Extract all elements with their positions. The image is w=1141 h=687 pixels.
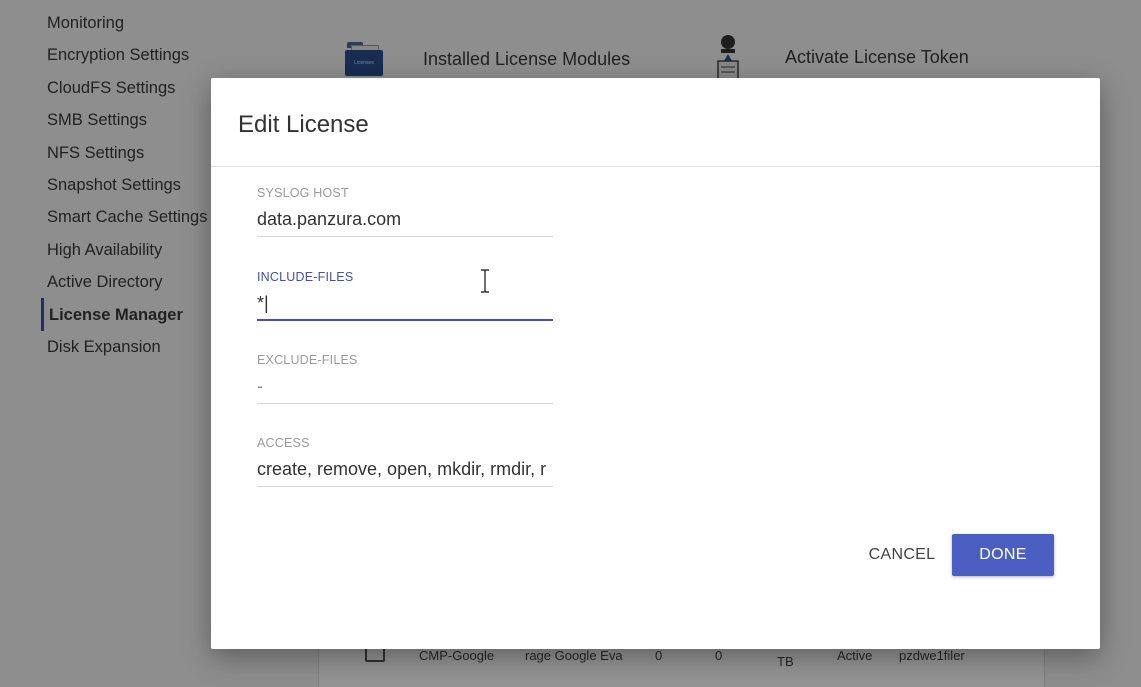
dialog-header: Edit License xyxy=(211,78,1100,167)
edit-license-dialog: Edit License SYSLOG HOST data.panzura.co… xyxy=(211,78,1100,649)
include-files-input[interactable]: *| xyxy=(257,293,553,321)
exclude-files-label: EXCLUDE-FILES xyxy=(257,353,358,367)
syslog-host-label: SYSLOG HOST xyxy=(257,186,349,200)
access-label: ACCESS xyxy=(257,436,310,450)
cancel-button[interactable]: CANCEL xyxy=(857,534,947,576)
exclude-files-field: EXCLUDE-FILES - xyxy=(257,353,553,404)
syslog-host-input[interactable]: data.panzura.com xyxy=(257,209,553,237)
exclude-files-input[interactable]: - xyxy=(257,376,553,404)
access-input[interactable]: create, remove, open, mkdir, rmdir, r xyxy=(257,459,553,487)
syslog-host-field: SYSLOG HOST data.panzura.com xyxy=(257,186,553,237)
i-beam-cursor-icon xyxy=(479,269,491,299)
include-files-field: INCLUDE-FILES *| xyxy=(257,270,553,321)
access-field: ACCESS create, remove, open, mkdir, rmdi… xyxy=(257,436,553,487)
done-button[interactable]: DONE xyxy=(952,534,1054,576)
dialog-title: Edit License xyxy=(238,111,369,138)
include-files-label: INCLUDE-FILES xyxy=(257,270,354,284)
